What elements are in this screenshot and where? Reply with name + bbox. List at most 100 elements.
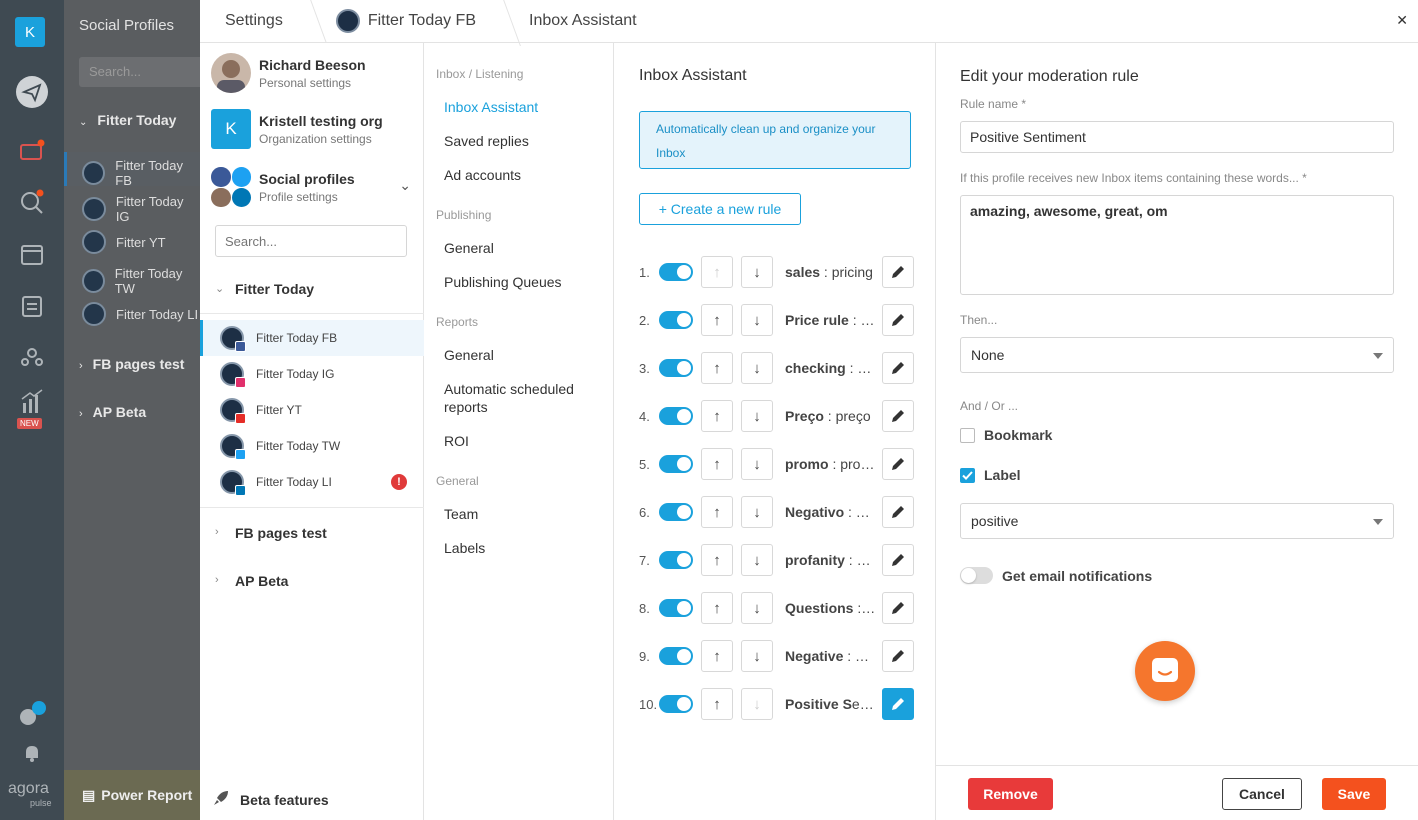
email-notifications-toggle[interactable]: Get email notifications	[960, 567, 1152, 584]
rule-name-input[interactable]	[960, 121, 1394, 153]
edit-icon[interactable]	[882, 688, 914, 720]
profile-search-input[interactable]	[215, 225, 407, 257]
move-down-icon[interactable]: ↓	[741, 256, 773, 288]
group-ap-beta[interactable]: › AP Beta	[200, 573, 424, 589]
rule-number: 6.	[639, 504, 650, 520]
rule-toggle[interactable]	[659, 407, 693, 425]
rule-toggle[interactable]	[659, 551, 693, 569]
edit-icon[interactable]	[882, 304, 914, 336]
move-down-icon[interactable]: ↓	[741, 544, 773, 576]
beta-features-link[interactable]: Beta features	[212, 789, 329, 810]
social-profiles-link[interactable]: Social profiles Profile settings ⌄	[211, 167, 411, 207]
nav-inbox-assistant[interactable]: Inbox Assistant	[444, 98, 604, 116]
nav-labels[interactable]: Labels	[444, 539, 604, 557]
personal-settings-link[interactable]: Richard Beeson Personal settings	[211, 53, 366, 93]
rule-toggle[interactable]	[659, 599, 693, 617]
panel-title: Edit your moderation rule	[960, 68, 1139, 85]
label-select[interactable]: positive	[960, 503, 1394, 539]
chevron-down-icon[interactable]: ⌄	[399, 177, 411, 194]
background-profile: Fitter Today FB	[82, 158, 200, 188]
edit-icon[interactable]	[882, 352, 914, 384]
nav-roi[interactable]: ROI	[444, 432, 604, 450]
workspace-badge[interactable]: K	[15, 17, 45, 47]
nav-automatic-reports[interactable]: Automatic scheduled reports	[444, 380, 604, 416]
rule-toggle[interactable]	[659, 503, 693, 521]
chat-widget-icon[interactable]	[1135, 641, 1195, 701]
move-down-icon[interactable]: ↓	[741, 640, 773, 672]
move-up-icon[interactable]: ↑	[701, 448, 733, 480]
nav-publishing-queues[interactable]: Publishing Queues	[444, 273, 604, 291]
edit-icon[interactable]	[882, 592, 914, 624]
move-up-icon[interactable]: ↑	[701, 496, 733, 528]
rule-toggle[interactable]	[659, 359, 693, 377]
move-up-icon[interactable]: ↑	[701, 640, 733, 672]
move-down-icon[interactable]: ↓	[741, 496, 773, 528]
move-down-icon[interactable]: ↓	[741, 304, 773, 336]
rule-number: 9.	[639, 648, 650, 664]
nav-reports-general[interactable]: General	[444, 346, 604, 364]
profile-item[interactable]: Fitter Today LI!	[200, 464, 424, 500]
move-down-icon[interactable]: ↓	[741, 400, 773, 432]
rule-toggle[interactable]	[659, 311, 693, 329]
keywords-textarea[interactable]: amazing, awesome, great, om	[960, 195, 1394, 295]
group-fb-pages-test[interactable]: › FB pages test	[200, 525, 424, 541]
move-up-icon[interactable]: ↑	[701, 688, 733, 720]
calendar-icon[interactable]	[14, 236, 50, 272]
rule-toggle[interactable]	[659, 263, 693, 281]
breadcrumb-settings[interactable]: Settings	[200, 0, 311, 43]
cancel-button[interactable]: Cancel	[1222, 778, 1302, 810]
edit-icon[interactable]	[882, 256, 914, 288]
then-select[interactable]: None	[960, 337, 1394, 373]
nav-saved-replies[interactable]: Saved replies	[444, 132, 604, 150]
bell-icon[interactable]	[14, 735, 50, 771]
edit-icon[interactable]	[882, 448, 914, 480]
help-icon[interactable]	[14, 695, 50, 731]
settings-modal: Settings Fitter Today FB Inbox Assistant…	[200, 0, 1418, 820]
profile-item[interactable]: Fitter Today TW	[200, 428, 424, 464]
move-down-icon[interactable]: ↓	[741, 592, 773, 624]
profile-item[interactable]: Fitter Today IG	[200, 356, 424, 392]
profile-item[interactable]: Fitter YT	[200, 392, 424, 428]
move-down-icon[interactable]: ↓	[741, 688, 773, 720]
bookmark-checkbox[interactable]: Bookmark	[960, 427, 1052, 443]
rule-toggle[interactable]	[659, 695, 693, 713]
rule-toggle[interactable]	[659, 647, 693, 665]
move-down-icon[interactable]: ↓	[741, 352, 773, 384]
reports-icon[interactable]	[14, 288, 50, 324]
create-rule-button[interactable]: + Create a new rule	[639, 193, 801, 225]
group-fitter-today[interactable]: ⌄ Fitter Today	[200, 281, 424, 297]
move-up-icon[interactable]: ↑	[701, 400, 733, 432]
label-checkbox[interactable]: Label	[960, 467, 1021, 483]
listening-icon[interactable]	[14, 184, 50, 220]
nav-team[interactable]: Team	[444, 505, 604, 523]
move-up-icon[interactable]: ↑	[701, 544, 733, 576]
inbox-icon[interactable]	[14, 132, 50, 168]
edit-icon[interactable]	[882, 640, 914, 672]
move-up-icon[interactable]: ↑	[701, 352, 733, 384]
breadcrumb: Settings Fitter Today FB Inbox Assistant…	[200, 0, 1418, 43]
breadcrumb-profile[interactable]: Fitter Today FB	[311, 0, 504, 43]
edit-icon[interactable]	[882, 400, 914, 432]
analytics-icon[interactable]	[14, 384, 50, 420]
save-button[interactable]: Save	[1322, 778, 1386, 810]
nav-publishing-general[interactable]: General	[444, 239, 604, 257]
rule-row: 4. ↑ ↓ Preço : preço	[639, 399, 914, 433]
nav-ad-accounts[interactable]: Ad accounts	[444, 166, 604, 184]
rule-toggle[interactable]	[659, 455, 693, 473]
move-up-icon[interactable]: ↑	[701, 256, 733, 288]
organization-settings-link[interactable]: K Kristell testing org Organization setti…	[211, 109, 383, 149]
remove-button[interactable]: Remove	[968, 778, 1053, 810]
move-up-icon[interactable]: ↑	[701, 592, 733, 624]
edit-icon[interactable]	[882, 544, 914, 576]
team-icon[interactable]	[14, 340, 50, 376]
rule-label: checking : checking	[785, 360, 876, 376]
move-down-icon[interactable]: ↓	[741, 448, 773, 480]
publish-icon[interactable]	[14, 74, 50, 110]
profile-item[interactable]: Fitter Today FB	[200, 320, 424, 356]
close-icon[interactable]: ✕	[1396, 12, 1408, 29]
andor-label: And / Or ...	[960, 399, 1019, 413]
rule-label: Negative : negative	[785, 648, 876, 664]
move-up-icon[interactable]: ↑	[701, 304, 733, 336]
edit-icon[interactable]	[882, 496, 914, 528]
rule-number: 4.	[639, 408, 650, 424]
